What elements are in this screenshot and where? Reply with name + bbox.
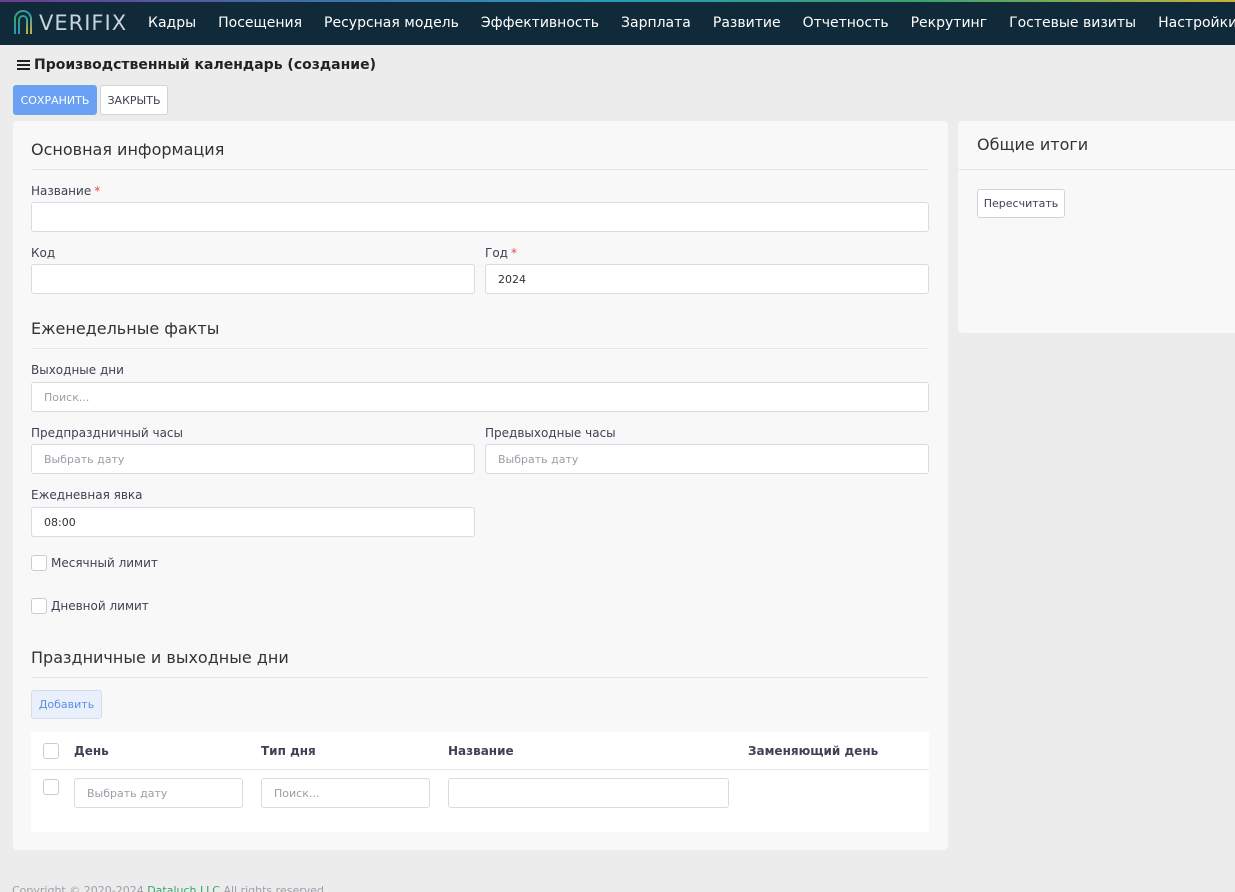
row-name-input[interactable] [448, 778, 729, 808]
year-label-text: Год [485, 246, 508, 260]
brand-name: VERIFIX [39, 11, 128, 35]
column-header-replacement-day[interactable]: Заменяющий день [748, 744, 878, 758]
section-divider [31, 677, 929, 678]
preholiday-hours-date-input[interactable]: Выбрать дату [31, 444, 475, 474]
nav-item-resource-model[interactable]: Ресурсная модель [313, 15, 470, 31]
page-title-text: Производственный календарь (создание) [34, 57, 376, 73]
section-divider [31, 348, 929, 349]
year-label: Год * [485, 246, 517, 260]
nav-item-settings[interactable]: Настройки [1147, 15, 1235, 31]
nav-item-guest-visits[interactable]: Гостевые визиты [998, 15, 1147, 31]
daily-attendance-label: Ежедневная явка [31, 488, 143, 502]
main-nav: Кадры Посещения Ресурсная модель Эффекти… [137, 0, 1235, 45]
nav-item-attendance[interactable]: Посещения [207, 15, 313, 31]
nav-item-efficiency[interactable]: Эффективность [470, 15, 610, 31]
nav-item-salary[interactable]: Зарплата [610, 15, 702, 31]
code-label: Код [31, 246, 56, 260]
column-header-day-type[interactable]: Тип дня [261, 744, 316, 758]
footer-company-link[interactable]: Dataluch LLC [147, 884, 220, 892]
required-mark: * [510, 246, 517, 260]
column-header-day[interactable]: День [74, 744, 109, 758]
monthly-limit-checkbox[interactable] [31, 555, 47, 571]
nav-item-development[interactable]: Развитие [702, 15, 792, 31]
main-form-card: Основная информация Название * Код Год * 2… [13, 121, 948, 850]
column-header-name[interactable]: Название [448, 744, 514, 758]
daily-limit-checkbox[interactable] [31, 598, 47, 614]
table-header-divider [31, 769, 929, 770]
brand-logo[interactable]: VERIFIX [12, 7, 127, 39]
row-day-type-search-input[interactable]: Поиск... [261, 778, 430, 808]
name-label-text: Название [31, 184, 92, 198]
preweekend-hours-label: Предвыходные часы [485, 426, 616, 440]
main-info-title: Основная информация [31, 140, 225, 159]
preweekend-hours-date-input[interactable]: Выбрать дату [485, 444, 929, 474]
recalculate-button[interactable]: Пересчитать [977, 189, 1065, 218]
daily-limit-label[interactable]: Дневной лимит [51, 599, 149, 613]
save-button[interactable]: СОХРАНИТЬ [13, 85, 97, 115]
nav-item-staff[interactable]: Кадры [137, 15, 207, 31]
totals-title: Общие итоги [977, 135, 1089, 154]
monthly-limit-label[interactable]: Месячный лимит [51, 556, 158, 570]
page-title: Производственный календарь (создание) [12, 52, 376, 78]
days-off-label: Выходные дни [31, 363, 124, 377]
name-input[interactable] [31, 202, 929, 232]
days-off-search-input[interactable]: Поиск... [31, 382, 929, 412]
daily-attendance-input[interactable]: 08:00 [31, 507, 475, 537]
year-input[interactable]: 2024 [485, 264, 929, 294]
required-mark: * [94, 184, 101, 198]
row-checkbox[interactable] [43, 779, 59, 795]
holidays-table: День Тип дня Название Заменяющий день Вы… [31, 732, 929, 832]
weekly-facts-title: Еженедельные факты [31, 319, 220, 338]
preholiday-hours-label: Предпраздничный часы [31, 426, 183, 440]
row-day-date-input[interactable]: Выбрать дату [74, 778, 243, 808]
totals-card: Общие итоги Пересчитать [958, 121, 1235, 333]
code-input[interactable] [31, 264, 475, 294]
holidays-title: Праздничные и выходные дни [31, 648, 289, 667]
footer-copyright: Copyright © 2020-2024 [12, 884, 144, 892]
section-divider [958, 169, 1235, 170]
fingerprint-icon [14, 10, 32, 34]
nav-item-reports[interactable]: Отчетность [792, 15, 900, 31]
hamburger-menu-icon[interactable] [17, 60, 30, 70]
section-divider [31, 169, 929, 170]
name-label: Название * [31, 184, 100, 198]
top-navbar: VERIFIX Кадры Посещения Ресурсная модель… [0, 0, 1235, 45]
close-button[interactable]: ЗАКРЫТЬ [100, 85, 168, 115]
select-all-checkbox[interactable] [43, 743, 59, 759]
add-holiday-button[interactable]: Добавить [31, 690, 102, 719]
nav-item-recruiting[interactable]: Рекрутинг [900, 15, 998, 31]
footer: Copyright © 2020-2024 Dataluch LLC All r… [12, 884, 328, 892]
footer-rights: All rights reserved. [223, 884, 328, 892]
